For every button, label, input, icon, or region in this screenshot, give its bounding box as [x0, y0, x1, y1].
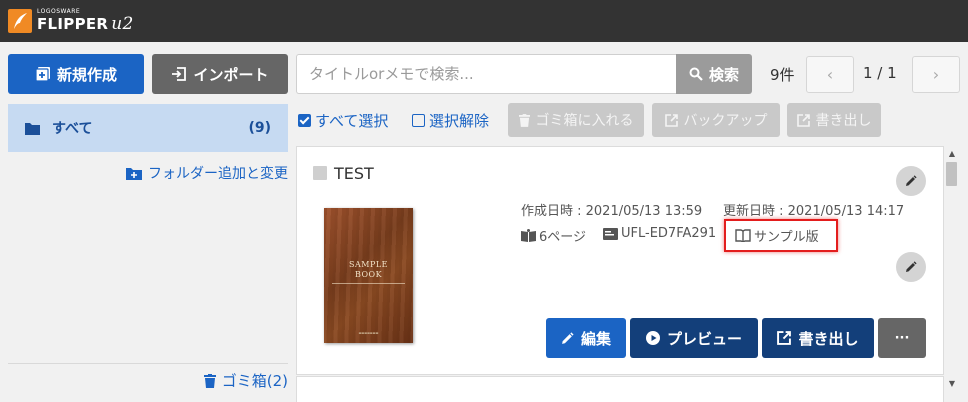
preview-button[interactable]: プレビュー [630, 318, 758, 358]
pencil-icon [906, 175, 917, 186]
search-input[interactable] [309, 65, 664, 83]
trash-icon [203, 373, 216, 388]
scrollbar-thumb[interactable] [946, 162, 957, 186]
flipper-logo-icon [8, 9, 32, 33]
new-button[interactable]: 新規作成 [8, 54, 144, 94]
checkbox-empty-icon [412, 114, 425, 127]
created-date: 作成日時 : 2021/05/13 13:59 [521, 204, 703, 219]
search-button[interactable]: 検索 [676, 54, 752, 94]
folder-icon [25, 122, 40, 135]
cover-divider [332, 283, 405, 285]
book-checkbox[interactable] [313, 166, 327, 180]
pager-text: 1 / 1 [863, 64, 897, 82]
page-count-label: 6ページ [539, 230, 587, 245]
select-all-link[interactable]: すべて選択 [298, 110, 388, 131]
deselect-label: 選択解除 [429, 112, 490, 130]
pencil-icon [562, 331, 574, 344]
import-icon [172, 67, 187, 81]
edit-title-button[interactable] [896, 166, 926, 196]
export-button[interactable]: 書き出し [762, 318, 874, 358]
backup-button[interactable]: バックアップ [652, 103, 780, 137]
chevron-left-icon: ‹ [826, 65, 834, 84]
export-button-label: 書き出し [798, 329, 859, 348]
preview-button-label: プレビュー [666, 329, 742, 348]
select-all-label: すべて選択 [315, 112, 389, 130]
book-code: UFL-ED7FA291 [603, 226, 716, 241]
page-count: 6ページ [521, 226, 586, 245]
book-open-icon [521, 229, 536, 242]
deselect-link[interactable]: 選択解除 [412, 110, 489, 131]
pencil-icon [906, 261, 917, 272]
trash-label: ゴミ箱(2) [221, 372, 288, 390]
logo-suffix: u2 [111, 14, 134, 34]
edit-button[interactable]: 編集 [546, 318, 626, 358]
cover-footer: ▬▬▬▬▬▬▬ [358, 331, 379, 335]
book-code-label: UFL-ED7FA291 [621, 226, 717, 241]
play-circle-icon [645, 331, 660, 345]
logo-text: LOGOSWARE FLIPPER u2 [37, 9, 134, 33]
folder-add-link[interactable]: フォルダー追加と変更 [126, 163, 288, 183]
top-bar: LOGOSWARE FLIPPER u2 [0, 0, 968, 42]
chevron-right-icon: › [932, 65, 940, 84]
cover-line2: BOOK [354, 270, 383, 279]
add-icon [35, 67, 50, 82]
more-icon: ··· [894, 330, 910, 346]
pager-next-button[interactable]: › [912, 56, 960, 93]
search-icon [689, 67, 703, 81]
backup-label: バックアップ [683, 113, 768, 129]
book-cover-thumbnail[interactable]: SAMPLE BOOK ▬▬▬▬▬▬▬ [324, 208, 413, 343]
more-button[interactable]: ··· [878, 318, 926, 358]
id-card-icon [603, 227, 618, 240]
pager-prev-button[interactable]: ‹ [806, 56, 854, 93]
app-logo[interactable]: LOGOSWARE FLIPPER u2 [8, 9, 134, 33]
new-button-label: 新規作成 [56, 65, 117, 84]
external-link-icon [796, 113, 810, 127]
export-selected-button[interactable]: 書き出し [787, 103, 881, 137]
folder-add-icon [126, 167, 142, 180]
import-button[interactable]: インポート [152, 54, 288, 94]
edit-memo-button[interactable] [896, 252, 926, 282]
book-title: TEST [334, 164, 374, 183]
search-button-label: 検索 [708, 65, 739, 84]
folder-all[interactable]: すべて (9) [8, 104, 288, 152]
external-link-icon [664, 113, 678, 127]
edit-button-label: 編集 [580, 329, 611, 348]
logo-name: FLIPPER [37, 15, 109, 33]
updated-date: 更新日時 : 2021/05/13 14:17 [723, 204, 905, 219]
folder-all-count: (9) [248, 120, 271, 136]
folder-add-label: フォルダー追加と変更 [148, 166, 288, 182]
checkbox-checked-icon [298, 114, 311, 127]
trash-link[interactable]: ゴミ箱(2) [203, 370, 288, 391]
external-link-icon [777, 331, 792, 345]
scroll-up-arrow-icon[interactable]: ▲ [944, 148, 960, 160]
import-button-label: インポート [193, 65, 269, 84]
result-count: 9件 [770, 66, 795, 84]
next-book-card [296, 376, 944, 402]
export-selected-label: 書き出し [815, 113, 872, 129]
trash-selected-label: ゴミ箱に入れる [535, 113, 634, 129]
search-box [296, 54, 676, 94]
trash-selected-button[interactable]: ゴミ箱に入れる [508, 103, 644, 137]
highlight-box [724, 219, 838, 252]
cover-line1: SAMPLE [349, 260, 388, 269]
folder-all-label: すべて [52, 121, 93, 137]
scroll-down-arrow-icon[interactable]: ▼ [944, 378, 960, 390]
sidebar-divider [8, 363, 288, 364]
trash-icon [518, 113, 530, 127]
